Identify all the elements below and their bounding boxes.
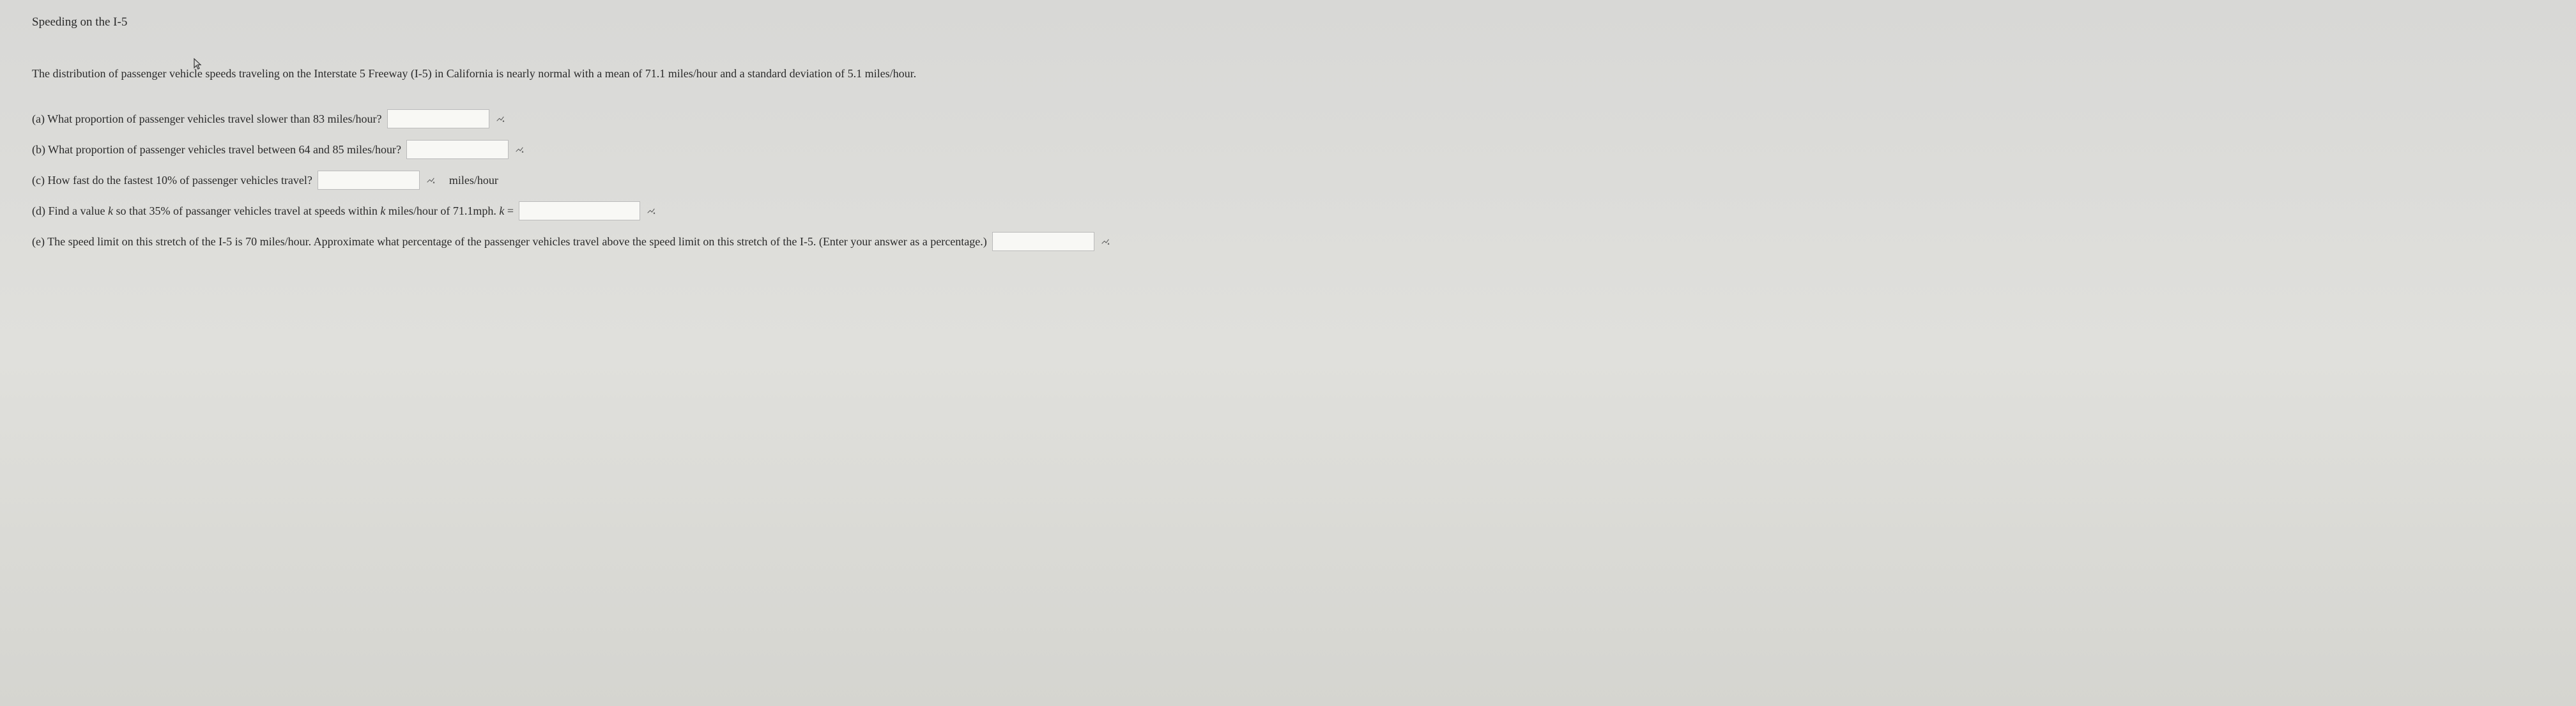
question-d-text: (d) Find a value k so that 35% of passan… — [32, 202, 514, 220]
question-e: (e) The speed limit on this stretch of t… — [32, 232, 2544, 251]
answer-input-c[interactable] — [318, 171, 420, 190]
preview-icon-c[interactable] — [424, 173, 438, 187]
answer-input-d[interactable] — [519, 201, 640, 220]
problem-description: The distribution of passenger vehicle sp… — [32, 64, 2544, 84]
answer-input-b[interactable] — [406, 140, 509, 159]
preview-icon-e[interactable] — [1098, 234, 1112, 249]
unit-label-c: miles/hour — [449, 171, 498, 190]
question-a: (a) What proportion of passenger vehicle… — [32, 109, 2544, 128]
answer-input-a[interactable] — [387, 109, 489, 128]
question-b: (b) What proportion of passenger vehicle… — [32, 140, 2544, 159]
question-a-text: (a) What proportion of passenger vehicle… — [32, 110, 382, 128]
question-d: (d) Find a value k so that 35% of passan… — [32, 201, 2544, 220]
question-e-text: (e) The speed limit on this stretch of t… — [32, 233, 987, 251]
answer-input-e[interactable] — [992, 232, 1094, 251]
page-title: Speeding on the I-5 — [32, 13, 2544, 32]
preview-icon-b[interactable] — [512, 142, 526, 157]
preview-icon-a[interactable] — [493, 112, 507, 126]
question-c-text: (c) How fast do the fastest 10% of passe… — [32, 171, 312, 190]
preview-icon-d[interactable] — [644, 204, 658, 218]
question-c: (c) How fast do the fastest 10% of passe… — [32, 171, 2544, 190]
cursor-icon — [193, 58, 203, 76]
question-b-text: (b) What proportion of passenger vehicle… — [32, 141, 401, 159]
